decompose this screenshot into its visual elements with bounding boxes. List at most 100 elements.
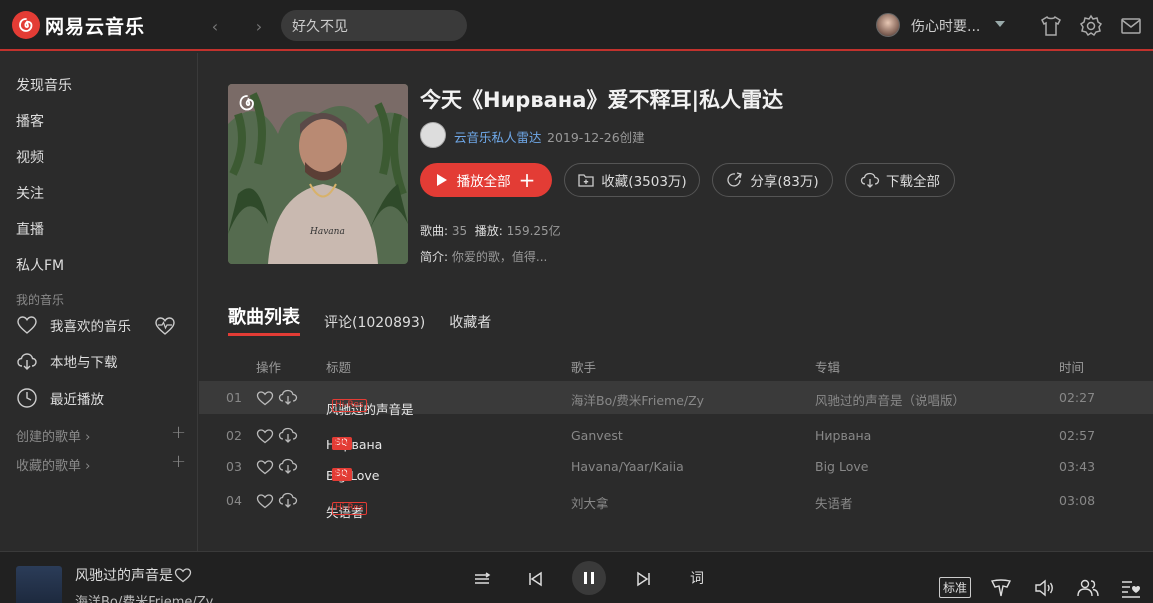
heart-icon [17, 316, 37, 334]
sidebar-item-liked-music[interactable]: 我喜欢的音乐 [16, 315, 131, 335]
volume-icon[interactable] [1033, 576, 1057, 600]
sidebar-item-local-download[interactable]: 本地与下载 [16, 351, 118, 371]
header-time[interactable]: 时间 [1059, 357, 1084, 376]
top-bar: 网易云音乐 ‹ › 伤心时要... [0, 0, 1153, 51]
mail-icon[interactable] [1119, 14, 1143, 38]
skin-tshirt-icon[interactable] [1039, 14, 1063, 38]
chevron-right-icon: › [85, 430, 91, 445]
pause-icon [584, 572, 594, 584]
quality-selector[interactable]: 标准 [939, 577, 972, 598]
download-all-button[interactable]: 下载全部 [845, 163, 955, 197]
sidebar-item-private-fm[interactable]: 私人FM [16, 255, 64, 275]
lyric-button[interactable]: 词 [690, 568, 704, 588]
header-album[interactable]: 专辑 [815, 357, 840, 376]
username[interactable]: 伤心时要... [911, 16, 980, 36]
previous-track-icon[interactable] [524, 568, 546, 590]
row-number: 01 [226, 390, 242, 405]
playlist-queue-icon[interactable] [1119, 576, 1143, 600]
intro-text: 你爱的歌，值得... [451, 250, 548, 264]
sound-effect-icon[interactable] [989, 576, 1013, 600]
listen-together-icon[interactable] [1076, 576, 1100, 600]
user-avatar[interactable] [876, 13, 900, 37]
app-logo[interactable]: 网易云音乐 [12, 11, 145, 39]
download-icon[interactable] [278, 491, 298, 509]
sidebar-item-podcast[interactable]: 播客 [16, 111, 44, 131]
quality-tag[interactable]: MV [332, 468, 352, 481]
like-heart-icon[interactable] [256, 493, 274, 509]
next-track-icon[interactable] [633, 568, 655, 590]
song-artist[interactable]: Ganvest [571, 428, 623, 443]
download-icon[interactable] [278, 388, 298, 406]
now-playing-cover[interactable] [16, 566, 62, 603]
netease-logo-icon [12, 11, 40, 39]
created-playlists-heading[interactable]: 创建的歌单 › [16, 426, 90, 445]
netease-watermark-icon [237, 93, 257, 113]
intro-label: 简介: [420, 250, 449, 264]
sidebar-item-label: 本地与下载 [50, 355, 118, 371]
tab-subscribers[interactable]: 收藏者 [449, 312, 491, 336]
play-all-label: 播放全部 [456, 174, 511, 190]
song-album[interactable]: Нирвана [815, 428, 871, 443]
download-all-label: 下载全部 [886, 174, 940, 190]
sidebar: 发现音乐 播客 视频 关注 直播 私人FM 我的音乐 我喜欢的音乐 本地与下载 … [0, 53, 198, 551]
table-header: 操作 标题 歌手 专辑 时间 [199, 355, 1153, 379]
song-album[interactable]: Big Love [815, 459, 868, 474]
download-icon[interactable] [278, 426, 298, 444]
song-artist[interactable]: 刘大拿 [571, 493, 609, 512]
user-menu-caret-icon[interactable] [995, 21, 1005, 27]
like-heart-icon[interactable] [256, 459, 274, 475]
table-row[interactable]: 04 失语者 Hi-Res 刘大拿 失语者 03:08 [199, 484, 1153, 520]
back-arrow-icon[interactable]: ‹ [205, 16, 225, 36]
table-row[interactable]: 01 风驰过的声音是 Hi-Res 海洋Bo/费米Frieme/Zy 风驰过的声音是（… [199, 381, 1153, 417]
share-button[interactable]: 分享(83万) [712, 163, 833, 197]
add-playlist-icon[interactable]: + [171, 422, 186, 443]
header-artist[interactable]: 歌手 [571, 357, 596, 376]
row-actions [256, 388, 298, 409]
like-heart-icon[interactable] [256, 428, 274, 444]
song-duration: 03:08 [1059, 493, 1096, 508]
plays-label: 播放: [474, 224, 503, 238]
creator-avatar[interactable] [420, 122, 446, 148]
playlist-cover[interactable]: Havana [228, 84, 408, 264]
forward-arrow-icon[interactable]: › [249, 16, 269, 36]
settings-gear-icon[interactable] [1079, 14, 1103, 38]
tab-comments[interactable]: 评论(1020893) [324, 312, 425, 336]
song-album[interactable]: 风驰过的声音是（说唱版） [815, 390, 965, 409]
song-album[interactable]: 失语者 [815, 493, 853, 512]
sidebar-item-discover[interactable]: 发现音乐 [16, 75, 72, 95]
play-all-button[interactable]: 播放全部 + [420, 163, 552, 197]
now-playing-artist[interactable]: 海洋Bo/费米Frieme/Zy [75, 591, 213, 603]
sidebar-item-recent[interactable]: 最近播放 [16, 387, 104, 409]
row-number: 02 [226, 428, 242, 443]
tab-song-list[interactable]: 歌曲列表 [228, 303, 300, 336]
search-input[interactable] [281, 10, 467, 41]
row-actions [256, 491, 298, 512]
quality-tag[interactable]: MV [332, 437, 352, 450]
play-mode-list-icon[interactable] [471, 568, 493, 590]
song-play-stats: 歌曲: 35 播放: 159.25亿 [420, 222, 561, 239]
sidebar-item-live[interactable]: 直播 [16, 219, 44, 239]
now-playing-title[interactable]: 风驰过的声音是 [75, 565, 173, 585]
song-duration: 02:27 [1059, 390, 1096, 405]
pause-button[interactable] [572, 561, 606, 595]
row-actions [256, 457, 298, 478]
table-row[interactable]: 03 Big Love SQ MV Havana/Yaar/Kaiia Big Love… [199, 450, 1153, 483]
header-title[interactable]: 标题 [326, 357, 351, 376]
like-heart-icon[interactable] [174, 567, 192, 583]
sidebar-item-video[interactable]: 视频 [16, 147, 44, 167]
row-number: 03 [226, 459, 242, 474]
add-collected-icon[interactable]: + [171, 451, 186, 472]
table-row[interactable]: 02 Нирвана SQ MV Ganvest Нирвана 02:57 [199, 419, 1153, 452]
song-artist[interactable]: 海洋Bo/费米Frieme/Zy [571, 390, 704, 409]
heartbeat-mode-icon[interactable] [154, 316, 176, 336]
collected-playlists-heading[interactable]: 收藏的歌单 › [16, 455, 90, 474]
playlist-intro[interactable]: 简介: 你爱的歌，值得... [420, 248, 547, 265]
app-window: 网易云音乐 ‹ › 伤心时要... 发现音乐 播客 视频 关注 直播 私人FM … [0, 0, 1153, 603]
clock-icon [17, 388, 37, 408]
like-heart-icon[interactable] [256, 390, 274, 406]
sidebar-item-follow[interactable]: 关注 [16, 183, 44, 203]
download-icon[interactable] [278, 457, 298, 475]
creator-name[interactable]: 云音乐私人雷达 [454, 127, 542, 146]
collect-button[interactable]: 收藏(3503万) [564, 163, 700, 197]
song-artist[interactable]: Havana/Yaar/Kaiia [571, 459, 684, 474]
